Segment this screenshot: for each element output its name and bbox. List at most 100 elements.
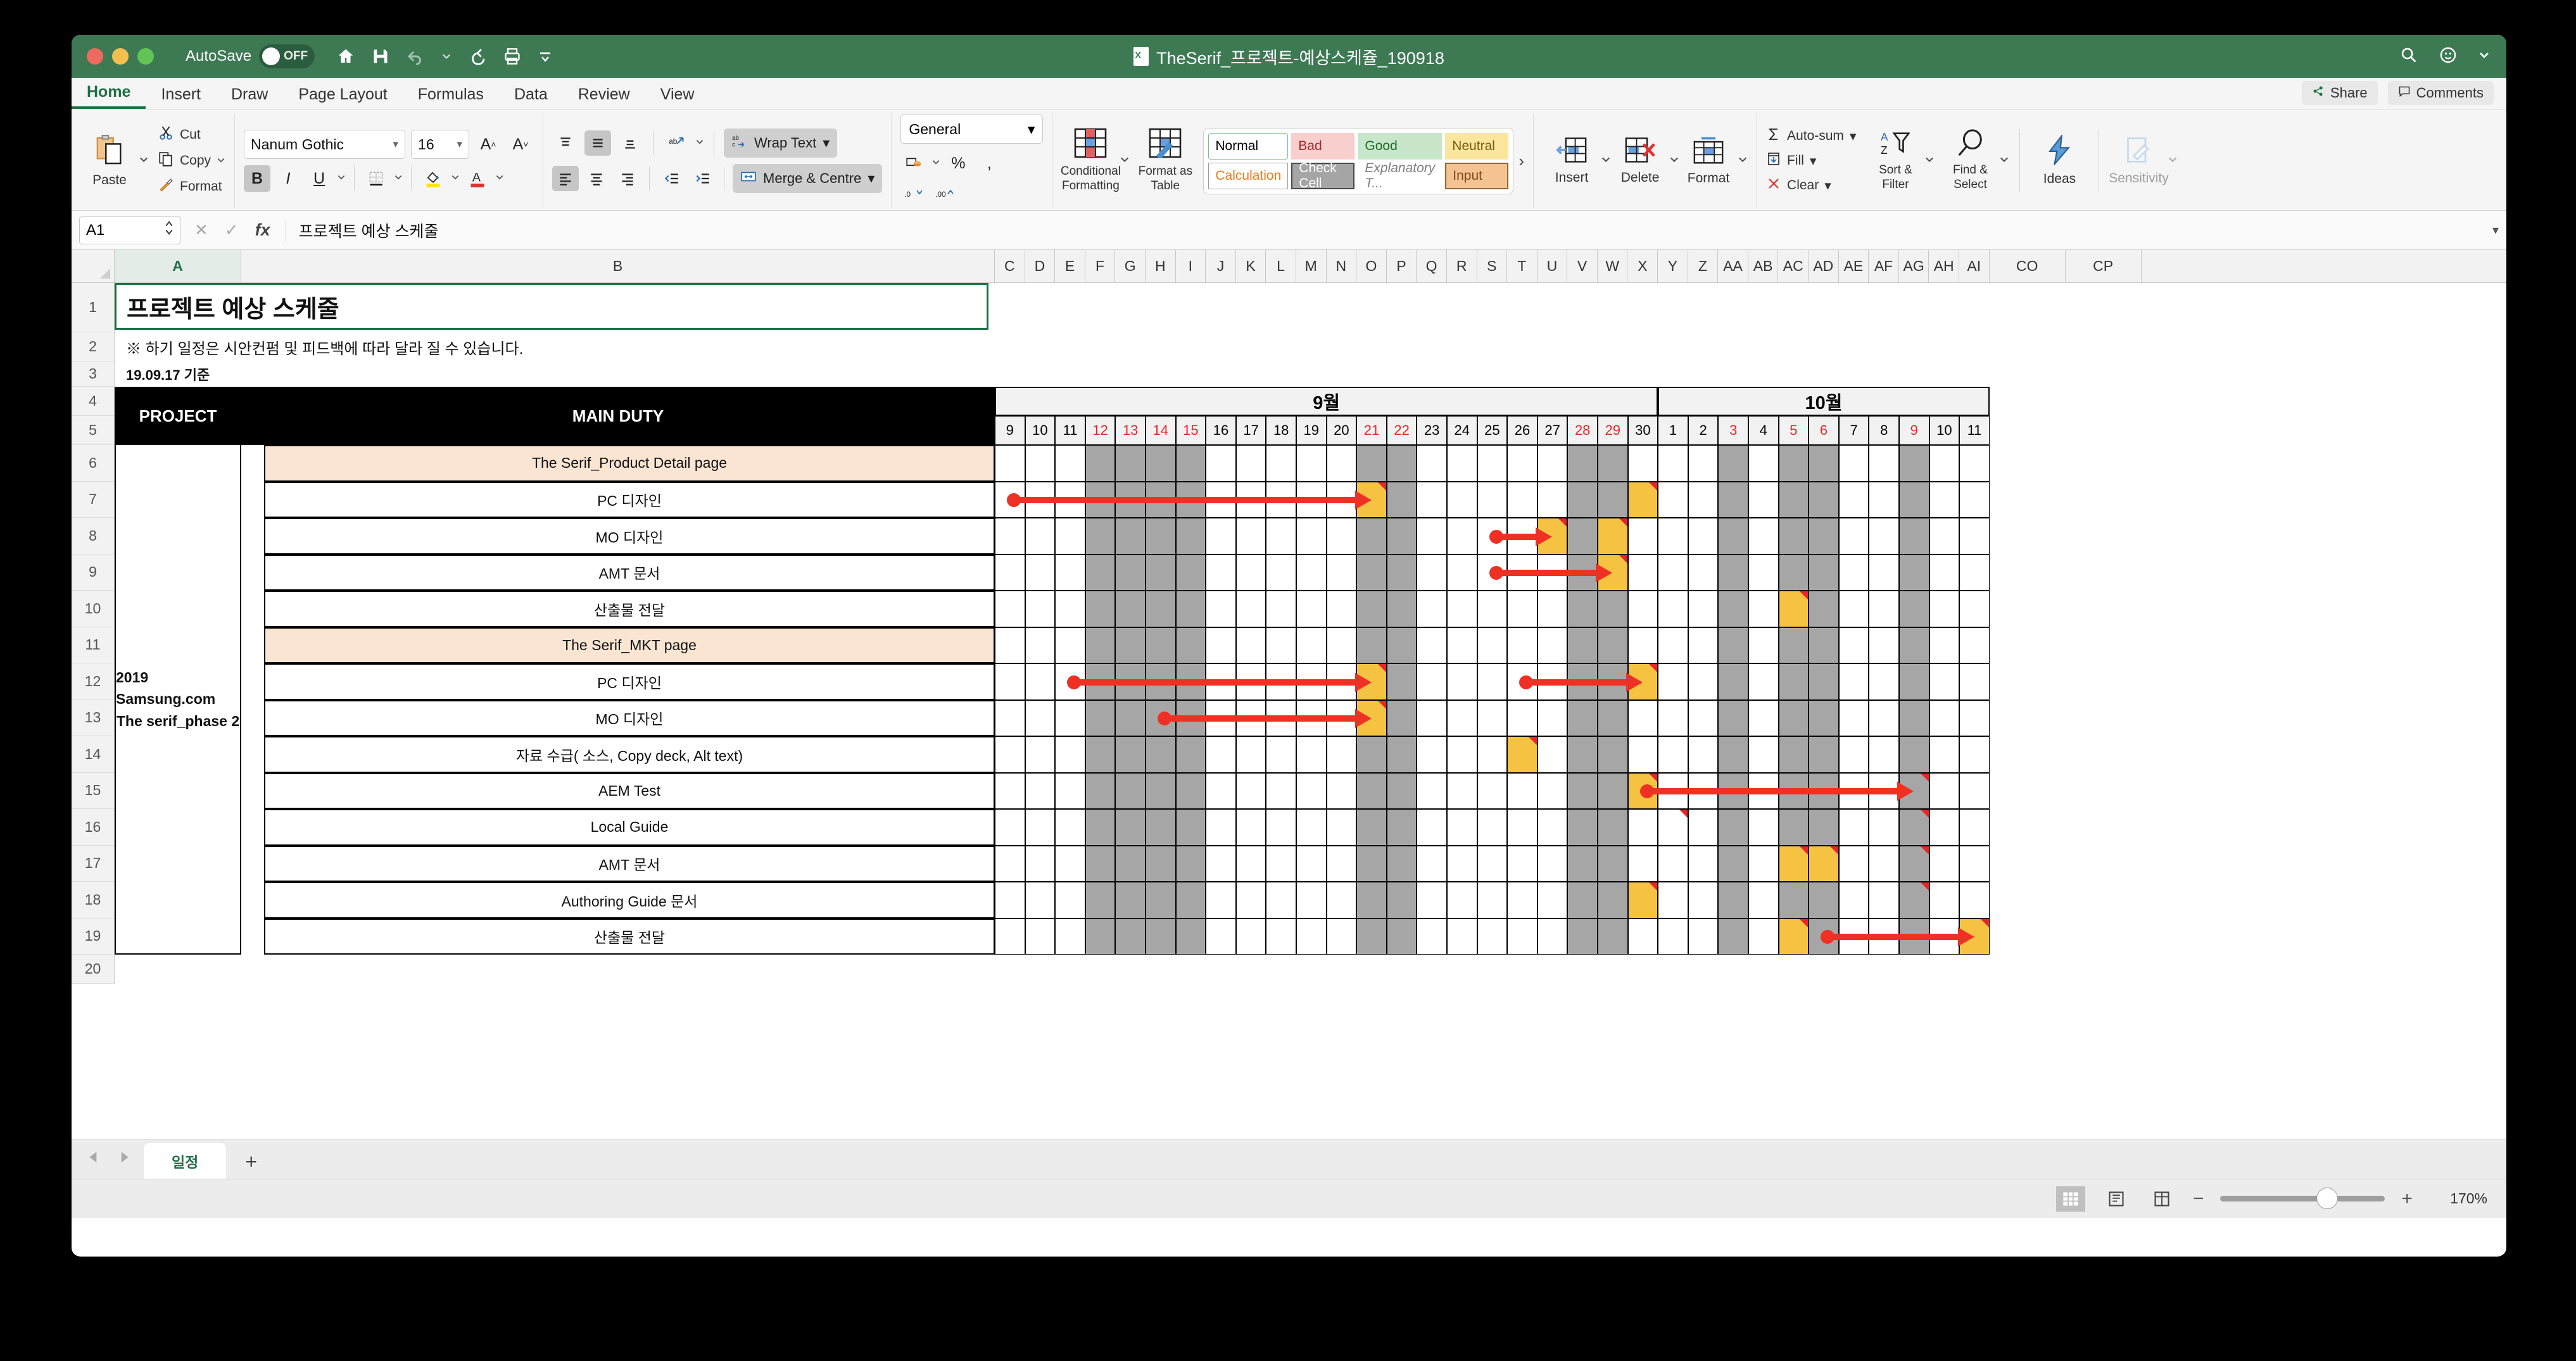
style-calculation[interactable]: Calculation: [1208, 162, 1289, 189]
gantt-cell-r15-d4[interactable]: [1085, 772, 1116, 809]
currency-format-button[interactable]: [900, 150, 927, 177]
undo-dropdown-icon[interactable]: [441, 51, 451, 61]
increase-font-size-button[interactable]: A ˄: [475, 131, 502, 158]
gantt-cell-r9-d12[interactable]: [1326, 554, 1357, 591]
zoom-slider[interactable]: [2220, 1188, 2385, 1209]
gantt-cell-r14-d11[interactable]: [1296, 736, 1327, 773]
tab-page-layout[interactable]: Page Layout: [283, 85, 402, 109]
gantt-cell-r6-d33[interactable]: [1959, 445, 1990, 482]
gantt-cell-r16-d16[interactable]: [1447, 809, 1477, 846]
gantt-cell-r17-d26[interactable]: [1748, 845, 1779, 882]
row-header-15[interactable]: 15: [72, 773, 114, 809]
gantt-cell-r18-d29[interactable]: [1838, 882, 1869, 919]
row-header-6[interactable]: 6: [72, 445, 114, 482]
gantt-cell-r15-d12[interactable]: [1326, 772, 1357, 809]
gantt-cell-r9-d13[interactable]: [1356, 554, 1387, 591]
row-header-7[interactable]: 7: [72, 482, 114, 518]
gantt-cell-r17-d6[interactable]: [1146, 845, 1176, 882]
gantt-cell-r10-d27[interactable]: [1778, 591, 1809, 627]
gantt-cell-r17-d15[interactable]: [1417, 845, 1447, 882]
gantt-cell-r11-d32[interactable]: [1929, 627, 1960, 663]
gantt-cell-r11-d8[interactable]: [1206, 627, 1236, 663]
gantt-cell-r11-d4[interactable]: [1085, 627, 1116, 663]
gantt-cell-r17-d21[interactable]: [1598, 845, 1628, 882]
gantt-cell-r9-d3[interactable]: [1055, 554, 1085, 591]
gantt-cell-r12-d27[interactable]: [1778, 663, 1809, 700]
gantt-cell-r14-d16[interactable]: [1447, 736, 1477, 773]
gantt-cell-r19-d11[interactable]: [1296, 918, 1327, 955]
style-bad[interactable]: Bad: [1291, 132, 1355, 160]
column-header-CP[interactable]: CP: [2066, 250, 2142, 282]
gantt-cell-r7-d14[interactable]: [1386, 481, 1417, 518]
gantt-cell-r18-d22[interactable]: [1627, 882, 1658, 919]
day-header-28[interactable]: 6: [1809, 416, 1839, 445]
gantt-cell-r18-d30[interactable]: [1869, 882, 1899, 919]
column-header-AE[interactable]: AE: [1839, 250, 1869, 282]
gantt-cell-r17-d27[interactable]: [1778, 845, 1809, 882]
select-all-corner[interactable]: [72, 250, 115, 282]
gantt-cell-r11-d26[interactable]: [1748, 627, 1779, 663]
gantt-cell-r9-d1[interactable]: [995, 554, 1025, 591]
gantt-cell-r13-d20[interactable]: [1567, 699, 1598, 736]
gantt-cell-r12-d17[interactable]: [1477, 663, 1508, 700]
gantt-cell-r7-d16[interactable]: [1447, 481, 1477, 518]
gantt-cell-r15-d13[interactable]: [1356, 772, 1387, 809]
gantt-cell-r9-d23[interactable]: [1658, 554, 1688, 591]
row-header-9[interactable]: 9: [72, 555, 114, 591]
gantt-cell-r17-d11[interactable]: [1296, 845, 1327, 882]
gantt-cell-r10-d23[interactable]: [1658, 591, 1688, 627]
gantt-cell-r9-d7[interactable]: [1175, 554, 1206, 591]
gantt-cell-r14-d9[interactable]: [1235, 736, 1266, 773]
day-header-17[interactable]: 25: [1477, 416, 1508, 445]
gantt-cell-r10-d21[interactable]: [1598, 591, 1628, 627]
gantt-cell-r8-d1[interactable]: [995, 518, 1025, 555]
formula-input[interactable]: 프로젝트 예상 스케줄: [285, 218, 2492, 242]
wrap-text-button[interactable]: ab c Wrap Text ▾: [724, 129, 838, 158]
paste-button[interactable]: Paste: [80, 134, 139, 188]
save-icon[interactable]: [372, 47, 389, 65]
gantt-cell-r15-d18[interactable]: [1507, 772, 1537, 809]
gantt-cell-r11-d25[interactable]: [1718, 627, 1748, 663]
gantt-cell-r14-d6[interactable]: [1146, 736, 1176, 773]
column-header-T[interactable]: T: [1507, 250, 1537, 282]
row-header-8[interactable]: 8: [72, 518, 114, 555]
gantt-cell-r7-d27[interactable]: [1778, 481, 1809, 518]
gantt-cell-r14-d1[interactable]: [995, 736, 1025, 773]
gantt-cell-r16-d21[interactable]: [1598, 809, 1628, 846]
gantt-cell-r12-d1[interactable]: [995, 663, 1025, 700]
gantt-cell-r17-d1[interactable]: [995, 845, 1025, 882]
gantt-cell-r16-d13[interactable]: [1356, 809, 1387, 846]
column-header-J[interactable]: J: [1206, 250, 1236, 282]
gantt-cell-r8-d7[interactable]: [1175, 518, 1206, 555]
minimize-window-button[interactable]: [112, 48, 129, 65]
gantt-cell-r6-d25[interactable]: [1718, 445, 1748, 482]
gantt-cell-r16-d7[interactable]: [1175, 809, 1206, 846]
gantt-cell-r9-d2[interactable]: [1025, 554, 1056, 591]
gantt-cell-r7-d32[interactable]: [1929, 481, 1960, 518]
gantt-cell-r14-d31[interactable]: [1899, 736, 1929, 773]
gantt-cell-r8-d30[interactable]: [1869, 518, 1899, 555]
gantt-cell-r10-d4[interactable]: [1085, 591, 1116, 627]
gantt-cell-r7-d15[interactable]: [1417, 481, 1447, 518]
gantt-cell-r17-d8[interactable]: [1206, 845, 1236, 882]
gantt-cell-r12-d31[interactable]: [1899, 663, 1929, 700]
gantt-cell-r18-d10[interactable]: [1266, 882, 1296, 919]
expand-formula-bar-icon[interactable]: ▾: [2492, 222, 2499, 238]
autosum-button[interactable]: Auto-sum ▾: [1766, 127, 1856, 146]
gantt-cell-r8-d16[interactable]: [1447, 518, 1477, 555]
font-color-button[interactable]: A: [464, 165, 491, 192]
gantt-cell-r13-d3[interactable]: [1055, 699, 1085, 736]
gantt-cell-r6-d26[interactable]: [1748, 445, 1779, 482]
gantt-cell-r10-d14[interactable]: [1386, 591, 1417, 627]
row-header-17[interactable]: 17: [72, 846, 114, 882]
gantt-cell-r11-d17[interactable]: [1477, 627, 1508, 663]
align-left-button[interactable]: [552, 166, 579, 191]
column-header-F[interactable]: F: [1085, 250, 1116, 282]
gantt-cell-r12-d24[interactable]: [1688, 663, 1719, 700]
day-header-3[interactable]: 11: [1055, 416, 1085, 445]
bold-button[interactable]: B: [244, 165, 271, 192]
gantt-cell-r15-d10[interactable]: [1266, 772, 1296, 809]
gantt-cell-r14-d23[interactable]: [1658, 736, 1688, 773]
gantt-cell-r18-d33[interactable]: [1959, 882, 1990, 919]
day-header-25[interactable]: 3: [1718, 416, 1748, 445]
